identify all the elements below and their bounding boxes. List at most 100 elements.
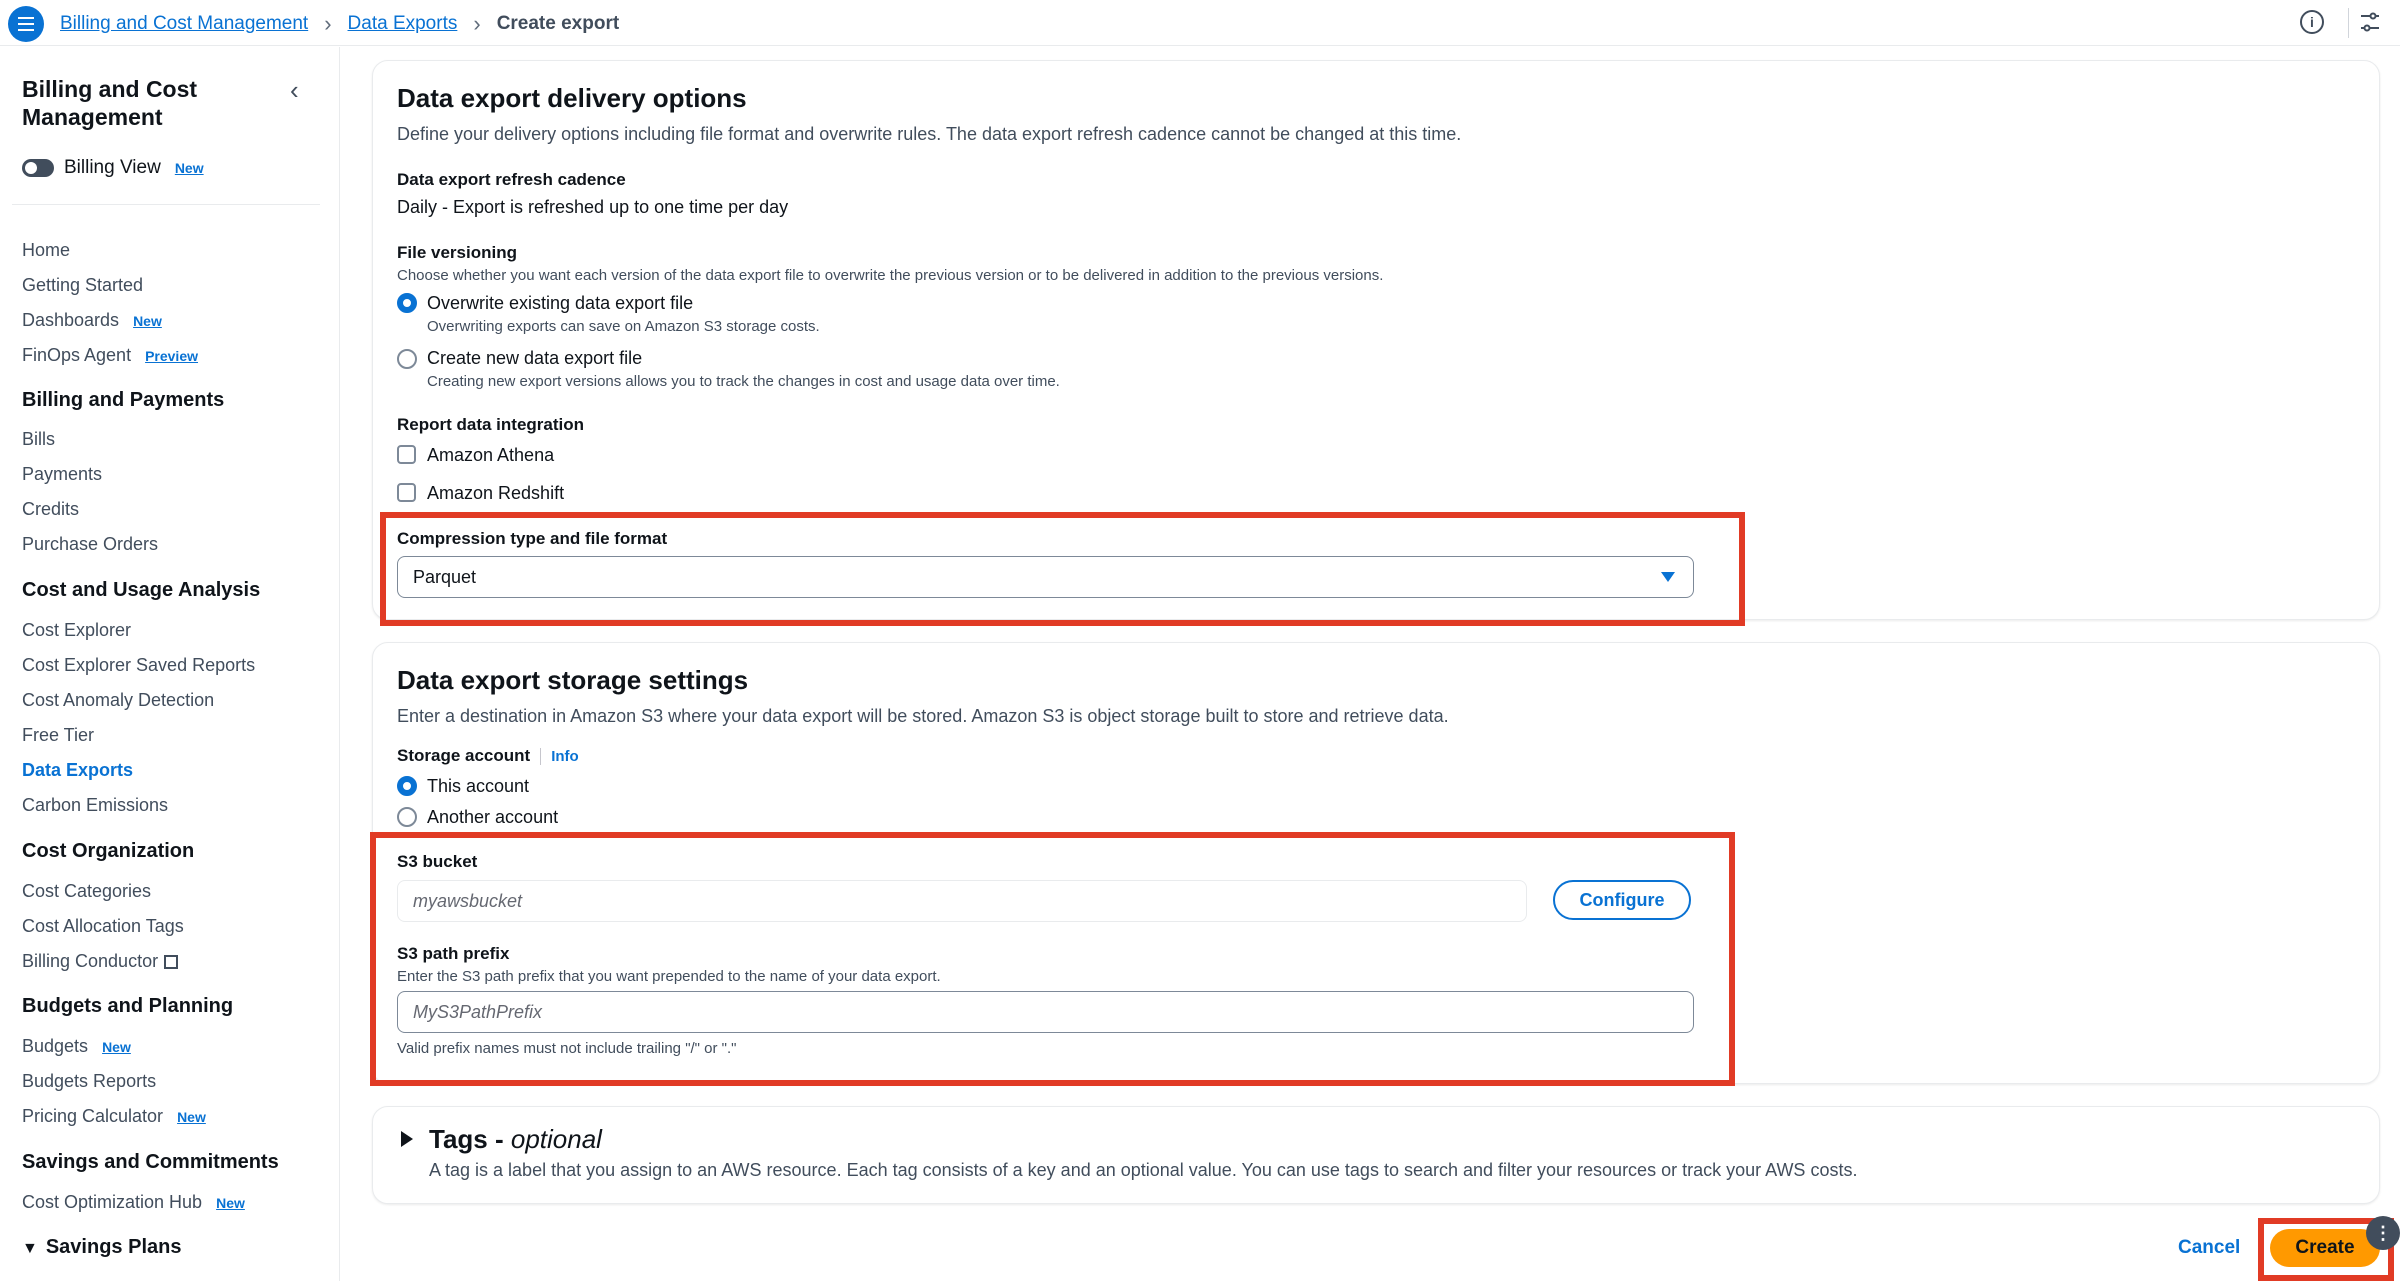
- sidebar-item-cost-explorer-saved-reports[interactable]: Cost Explorer Saved Reports: [22, 655, 255, 676]
- tags-panel: [372, 1106, 2380, 1204]
- s3-bucket-label: S3 bucket: [397, 852, 478, 871]
- tags-title[interactable]: Tags - optional: [429, 1124, 602, 1155]
- report-integration-label: Report data integration: [397, 415, 585, 434]
- sidebar-item-cost-anomaly-detection[interactable]: Cost Anomaly Detection: [22, 690, 214, 711]
- sidebar-title: Billing and Cost Management: [22, 76, 198, 130]
- athena-label[interactable]: Amazon Athena: [427, 445, 554, 466]
- top-navigation: Billing and Cost Management › Data Expor…: [0, 0, 2400, 46]
- tags-optional: optional: [510, 1124, 602, 1154]
- create-button[interactable]: Create: [2270, 1229, 2380, 1267]
- create-new-description: Creating new export versions allows you …: [427, 373, 1060, 390]
- sidebar-item-cost-categories[interactable]: Cost Categories: [22, 881, 151, 902]
- storage-settings-title: Data export storage settings: [397, 665, 749, 695]
- redshift-label[interactable]: Amazon Redshift: [427, 483, 564, 504]
- info-icon[interactable]: i: [2300, 10, 2324, 34]
- breadcrumb-current: Create export: [496, 13, 620, 34]
- delivery-options-description: Define your delivery options including f…: [397, 124, 1462, 144]
- external-link-icon: [164, 954, 179, 969]
- sidebar-item-label: Pricing Calculator: [22, 1106, 164, 1126]
- cancel-button[interactable]: Cancel: [2178, 1237, 2240, 1259]
- settings-icon[interactable]: [2358, 10, 2382, 34]
- sidebar-item-label: Cost Optimization Hub: [22, 1192, 203, 1212]
- section-billing-payments: Billing and Payments: [22, 389, 225, 411]
- create-new-radio[interactable]: [397, 349, 417, 369]
- this-account-radio[interactable]: [397, 776, 417, 796]
- billing-view-toggle-row: Billing View New: [22, 157, 204, 179]
- section-cost-organization: Cost Organization: [22, 840, 195, 862]
- sidebar-item-pricing-calculator[interactable]: Pricing Calculator New: [22, 1106, 206, 1127]
- billing-view-toggle[interactable]: [22, 159, 54, 177]
- breadcrumb-data-exports[interactable]: Data Exports: [348, 13, 458, 35]
- new-badge[interactable]: New: [175, 160, 204, 176]
- caret-right-icon[interactable]: [401, 1131, 413, 1147]
- storage-account-row: Storage account Info: [397, 746, 579, 766]
- section-budgets-planning: Budgets and Planning: [22, 995, 234, 1017]
- sidebar-item-budgets-reports[interactable]: Budgets Reports: [22, 1071, 156, 1092]
- sidebar-item-cost-explorer[interactable]: Cost Explorer: [22, 620, 131, 641]
- preview-badge[interactable]: Preview: [145, 348, 198, 364]
- caret-down-icon: [1661, 572, 1675, 582]
- sidebar-item-budgets[interactable]: Budgets New: [22, 1036, 131, 1057]
- sidebar-item-free-tier[interactable]: Free Tier: [22, 725, 94, 746]
- overwrite-label[interactable]: Overwrite existing data export file: [427, 293, 693, 314]
- sidebar-item-purchase-orders[interactable]: Purchase Orders: [22, 534, 158, 555]
- compression-select[interactable]: Parquet: [397, 556, 1694, 598]
- another-account-radio[interactable]: [397, 807, 417, 827]
- storage-account-label: Storage account: [397, 746, 531, 765]
- billing-view-label: Billing View: [64, 157, 161, 178]
- s3-prefix-placeholder: MyS3PathPrefix: [413, 1002, 543, 1022]
- breadcrumb: Billing and Cost Management › Data Expor…: [60, 11, 619, 37]
- tags-description: A tag is a label that you assign to an A…: [429, 1160, 1858, 1180]
- s3-prefix-input[interactable]: MyS3PathPrefix: [397, 991, 1694, 1033]
- breadcrumb-billing[interactable]: Billing and Cost Management: [60, 13, 308, 35]
- section-savings-plans[interactable]: ▼ Savings Plans: [22, 1236, 181, 1259]
- new-badge[interactable]: New: [177, 1109, 206, 1125]
- sidebar-item-dashboards[interactable]: Dashboards New: [22, 310, 162, 331]
- section-label: Savings Plans: [45, 1236, 182, 1258]
- create-new-label[interactable]: Create new data export file: [427, 348, 642, 369]
- sidebar-item-cost-allocation-tags[interactable]: Cost Allocation Tags: [22, 916, 184, 937]
- sidebar-item-bills[interactable]: Bills: [22, 429, 55, 450]
- menu-icon[interactable]: [8, 6, 44, 42]
- sidebar: Billing and Cost Management ‹ Billing Vi…: [0, 47, 340, 1281]
- overwrite-radio[interactable]: [397, 293, 417, 313]
- athena-checkbox[interactable]: [397, 445, 416, 464]
- sidebar-item-cost-optimization-hub[interactable]: Cost Optimization Hub New: [22, 1192, 245, 1213]
- chevron-left-icon[interactable]: ‹: [290, 75, 299, 106]
- sidebar-item-credits[interactable]: Credits: [22, 499, 79, 520]
- caret-down-icon: ▼: [22, 1240, 38, 1257]
- divider: [2348, 8, 2349, 38]
- new-badge[interactable]: New: [133, 313, 162, 329]
- s3-prefix-description: Enter the S3 path prefix that you want p…: [397, 968, 941, 985]
- new-badge[interactable]: New: [102, 1039, 131, 1055]
- s3-prefix-hint: Valid prefix names must not include trai…: [397, 1040, 737, 1057]
- s3-bucket-input[interactable]: myawsbucket: [397, 880, 1527, 922]
- sidebar-item-finops-agent[interactable]: FinOps Agent Preview: [22, 345, 198, 366]
- feedback-icon[interactable]: ⋮: [2366, 1216, 2400, 1250]
- s3-prefix-label: S3 path prefix: [397, 944, 510, 963]
- sidebar-item-label: Dashboards: [22, 310, 120, 330]
- sidebar-item-carbon-emissions[interactable]: Carbon Emissions: [22, 795, 168, 816]
- delivery-options-title: Data export delivery options: [397, 83, 747, 113]
- sidebar-item-label: FinOps Agent: [22, 345, 132, 365]
- sidebar-item-data-exports[interactable]: Data Exports: [22, 760, 133, 781]
- sidebar-item-label: Budgets: [22, 1036, 89, 1056]
- redshift-checkbox[interactable]: [397, 483, 416, 502]
- sidebar-item-getting-started[interactable]: Getting Started: [22, 275, 143, 296]
- another-account-label[interactable]: Another account: [427, 807, 558, 828]
- storage-settings-description: Enter a destination in Amazon S3 where y…: [397, 706, 1449, 726]
- overwrite-description: Overwriting exports can save on Amazon S…: [427, 318, 820, 335]
- info-link[interactable]: Info: [540, 747, 579, 765]
- new-badge[interactable]: New: [216, 1195, 245, 1211]
- tags-title-text: Tags -: [429, 1124, 511, 1154]
- file-versioning-label: File versioning: [397, 243, 517, 262]
- section-cost-usage: Cost and Usage Analysis: [22, 579, 261, 601]
- compression-value: Parquet: [413, 567, 477, 587]
- compression-label: Compression type and file format: [397, 529, 668, 548]
- file-versioning-description: Choose whether you want each version of …: [397, 267, 1384, 284]
- this-account-label[interactable]: This account: [427, 776, 529, 797]
- sidebar-item-billing-conductor[interactable]: Billing Conductor: [22, 951, 179, 972]
- configure-button[interactable]: Configure: [1553, 880, 1691, 920]
- sidebar-item-home[interactable]: Home: [22, 240, 70, 261]
- sidebar-item-payments[interactable]: Payments: [22, 464, 102, 485]
